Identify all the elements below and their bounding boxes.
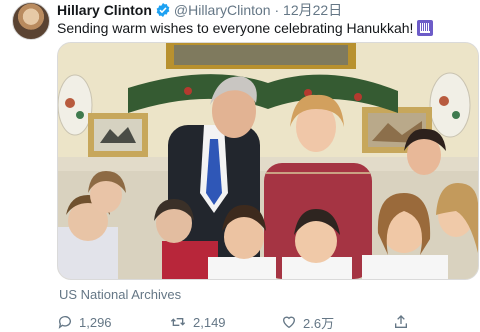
avatar[interactable]	[12, 2, 50, 40]
share-button[interactable]	[393, 313, 409, 331]
tweet-text-container: Sending warm wishes to everyone celebrat…	[57, 18, 434, 38]
retweet-count: 2,149	[193, 314, 226, 330]
heart-icon	[281, 314, 297, 330]
tweet-date[interactable]: 12月22日	[283, 2, 342, 18]
reply-count: 1,296	[79, 314, 112, 330]
tweet-photo[interactable]	[57, 42, 479, 280]
menorah-emoji-icon	[417, 20, 434, 36]
reply-button[interactable]: 1,296	[57, 313, 112, 331]
like-count: 2.6万	[303, 315, 335, 331]
author-name[interactable]: Hillary Clinton	[57, 2, 152, 18]
retweet-icon	[169, 314, 187, 330]
author-handle[interactable]: @HillaryClinton	[174, 2, 271, 18]
like-button[interactable]: 2.6万	[281, 313, 334, 331]
retweet-button[interactable]: 2,149	[169, 313, 226, 331]
tweet-text: Sending warm wishes to everyone celebrat…	[57, 20, 414, 36]
separator-dot: ·	[274, 2, 280, 18]
tweet-header: Hillary Clinton @HillaryClinton · 12月22日	[57, 1, 342, 19]
media-caption[interactable]: US National Archives	[59, 287, 181, 302]
tweet-actions: 1,296 2,149 2.6万	[57, 313, 477, 331]
reply-icon	[57, 314, 73, 330]
share-icon	[393, 314, 409, 330]
